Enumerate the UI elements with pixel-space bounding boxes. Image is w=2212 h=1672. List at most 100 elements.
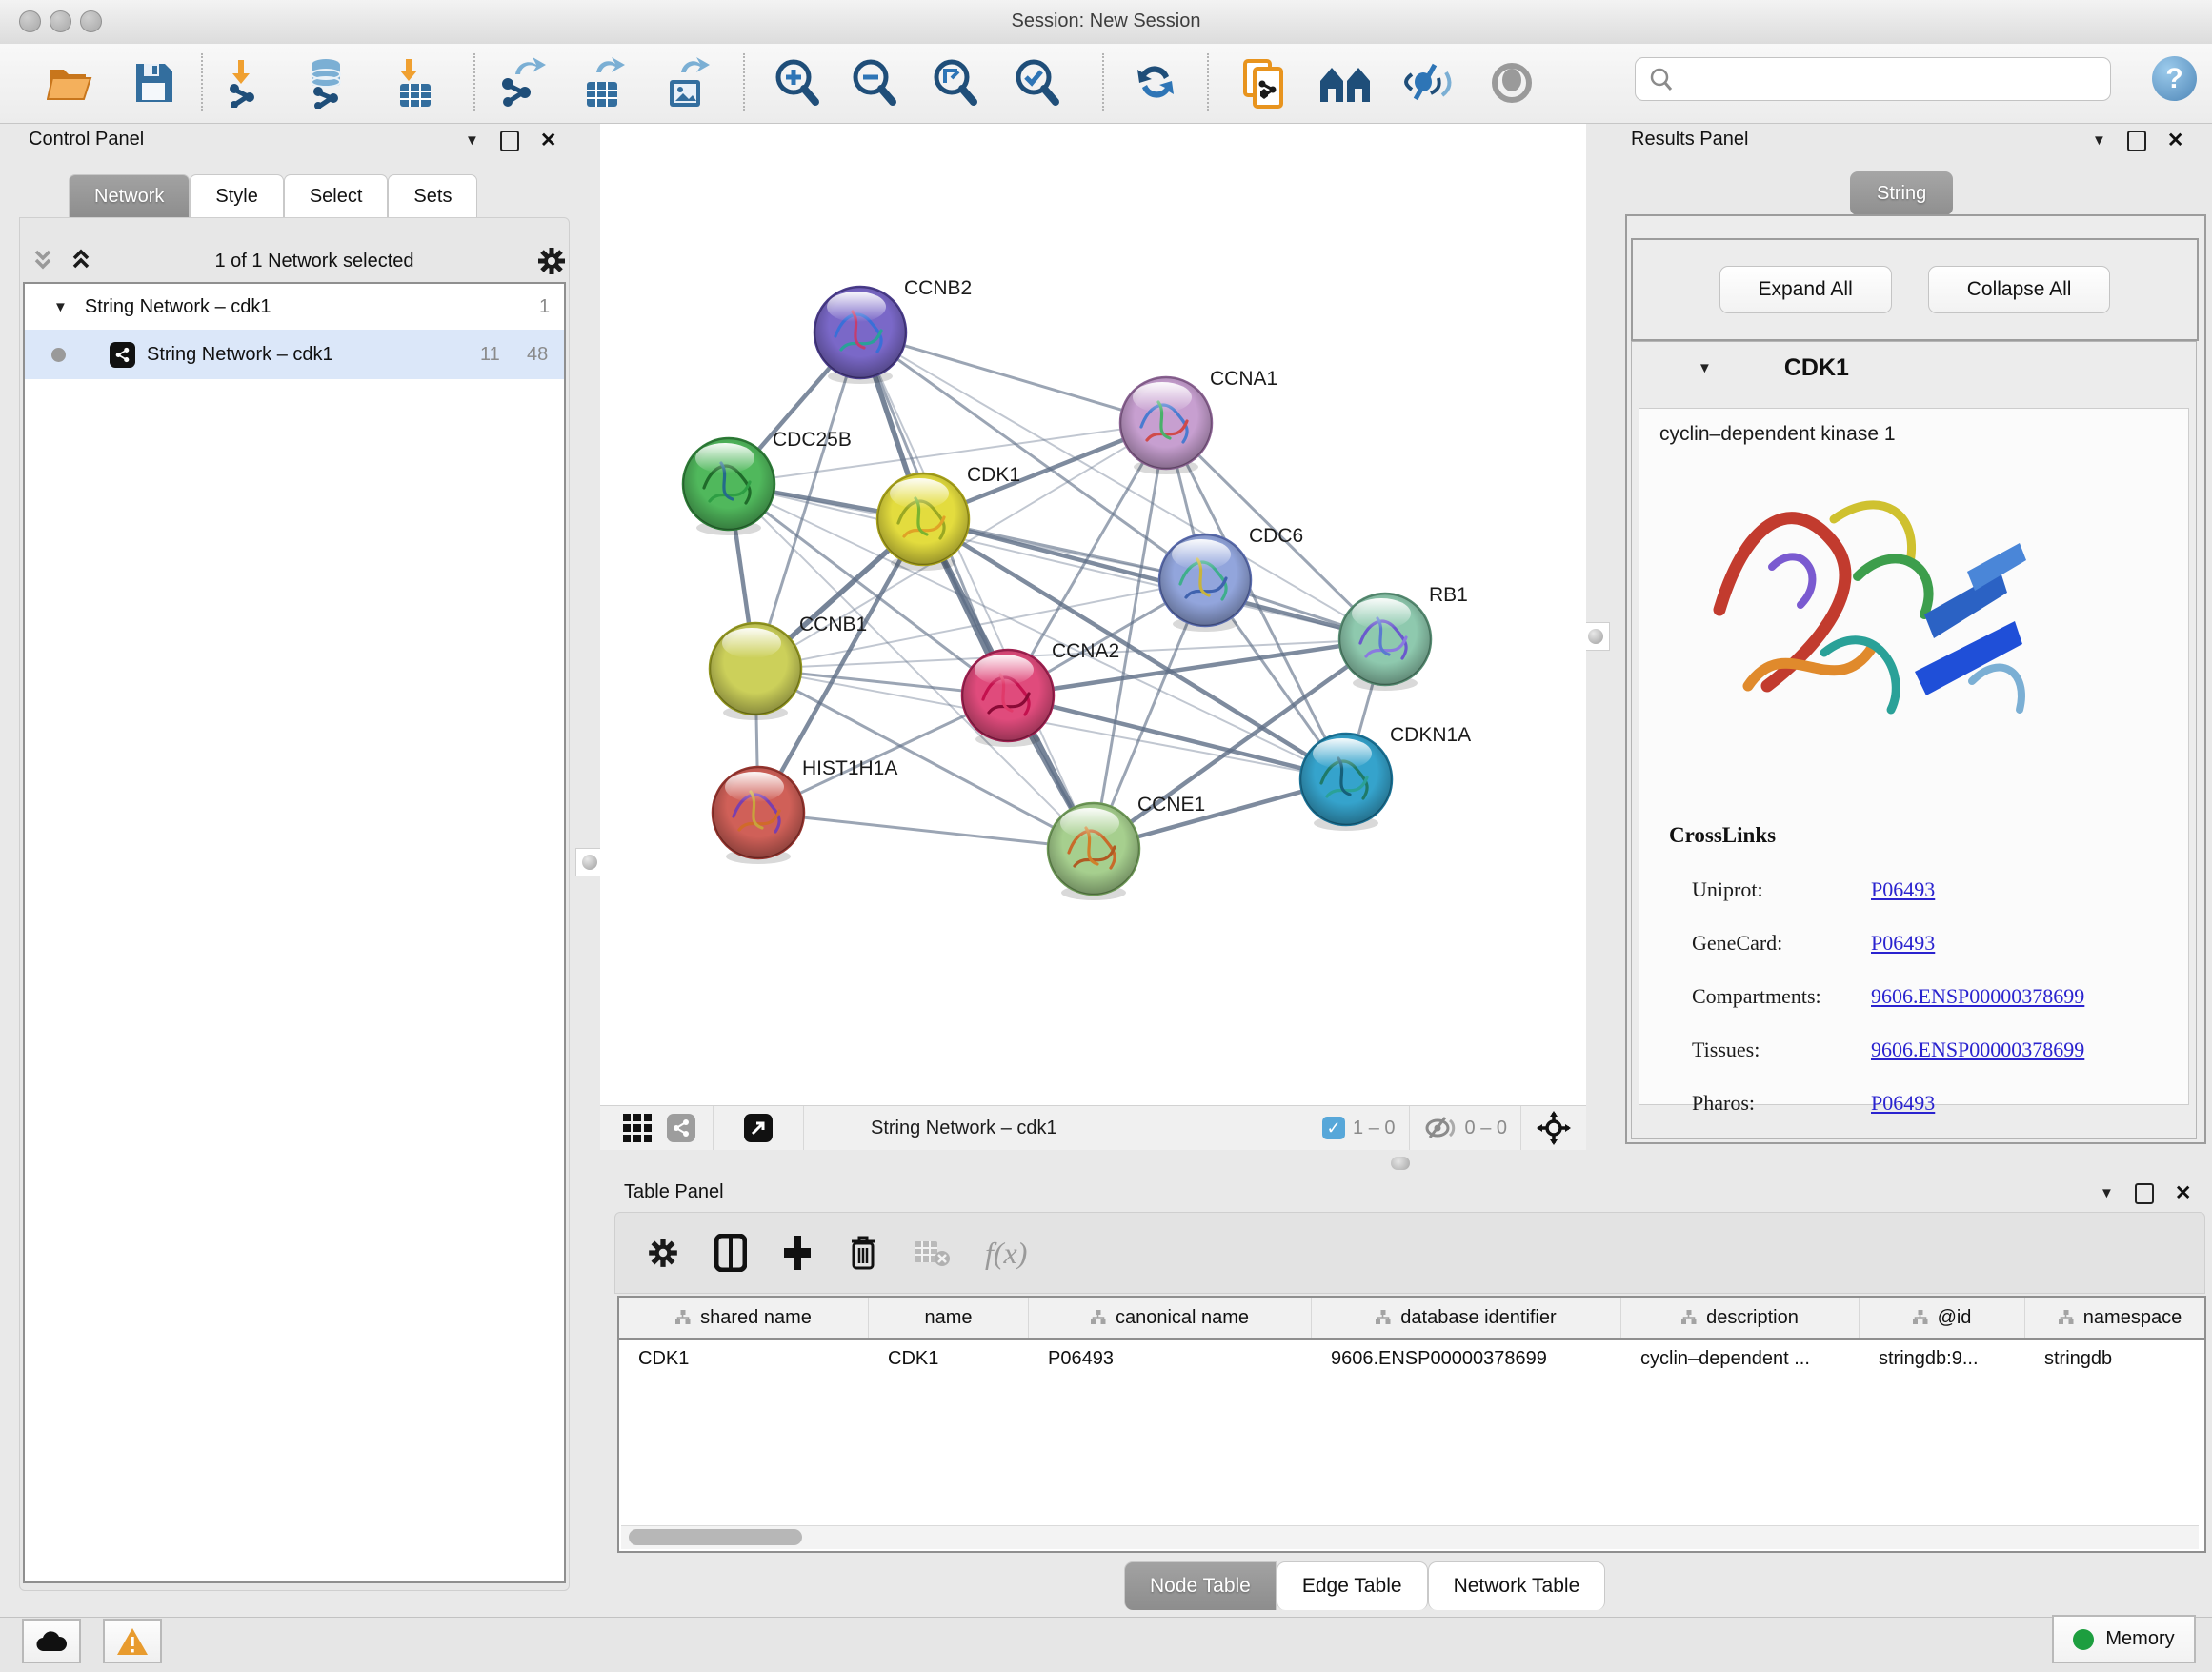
help-button[interactable]: ? [2152, 56, 2197, 101]
export-network-button[interactable] [495, 56, 549, 110]
save-session-button[interactable] [127, 56, 180, 110]
crosslink-row: Pharos:P06493 [1692, 1077, 2168, 1130]
node-CDKN1A[interactable]: CDKN1A [1300, 724, 1471, 831]
pan-crosshair-icon[interactable] [1537, 1111, 1571, 1145]
tab-network[interactable]: Network [69, 174, 190, 218]
edge-CCNE1-HIST1H1A[interactable] [758, 813, 1094, 849]
tab-sets[interactable]: Sets [388, 174, 477, 218]
delete-column-trash-icon[interactable] [848, 1234, 878, 1272]
expand-all-button[interactable]: Expand All [1719, 266, 1892, 313]
tab-select[interactable]: Select [284, 174, 389, 218]
zoom-out-button[interactable] [848, 56, 901, 110]
node-table[interactable]: shared namenamecanonical namedatabase id… [617, 1296, 2206, 1553]
network-list-controls: 1 of 1 Network selected [29, 244, 558, 278]
node-CCNA1[interactable]: CCNA1 [1120, 368, 1277, 474]
panel-menu-icon[interactable]: ▼ [465, 132, 479, 149]
collapse-all-button[interactable]: Collapse All [1928, 266, 2111, 313]
collapse-all-chevrons-icon[interactable] [29, 248, 57, 274]
search-box[interactable] [1635, 57, 2111, 101]
graphics-details-button[interactable] [1485, 56, 1538, 110]
panel-float-icon[interactable] [2135, 1183, 2154, 1204]
panel-menu-icon[interactable]: ▼ [2100, 1185, 2114, 1201]
tab-network-table[interactable]: Network Table [1428, 1561, 1606, 1610]
clone-network-button[interactable] [1237, 56, 1290, 110]
zoom-fit-button[interactable] [929, 56, 982, 110]
tab-node-table[interactable]: Node Table [1124, 1561, 1277, 1610]
crosslink-link[interactable]: P06493 [1871, 877, 1935, 902]
table-row[interactable]: CDK1CDK1P064939606.ENSP00000378699cyclin… [619, 1340, 2204, 1378]
crosslink-link[interactable]: 9606.ENSP00000378699 [1871, 984, 2084, 1009]
warnings-button[interactable] [103, 1619, 162, 1663]
panel-float-icon[interactable] [500, 131, 519, 151]
column-header-@id[interactable]: @id [1860, 1298, 2025, 1338]
import-network-database-button[interactable] [301, 56, 354, 110]
selected-nodes-checkbox-icon[interactable]: ✓ [1322, 1117, 1345, 1139]
table-gear-icon[interactable] [646, 1236, 680, 1270]
import-network-icon [223, 58, 271, 108]
column-header-namespace[interactable]: namespace [2025, 1298, 2206, 1338]
gene-section-header[interactable]: ▼ CDK1 [1631, 354, 2195, 382]
crosslink-row: GeneCard:P06493 [1692, 917, 2168, 970]
crosslink-link[interactable]: P06493 [1871, 931, 1935, 956]
memory-button[interactable]: Memory [2052, 1615, 2196, 1663]
column-header-canonical-name[interactable]: canonical name [1029, 1298, 1312, 1338]
first-neighbors-button[interactable] [1318, 56, 1372, 110]
import-network-file-button[interactable] [220, 56, 273, 110]
column-header-name[interactable]: name [869, 1298, 1029, 1338]
panel-float-icon[interactable] [2127, 131, 2146, 151]
add-column-icon[interactable] [781, 1234, 814, 1272]
table-horizontal-scrollbar[interactable] [621, 1525, 2199, 1549]
column-header-database-identifier[interactable]: database identifier [1312, 1298, 1621, 1338]
column-header-shared-name[interactable]: shared name [619, 1298, 869, 1338]
node-CCNB1[interactable]: CCNB1 [710, 614, 867, 720]
export-image-button[interactable] [661, 56, 714, 110]
node-CCNE1[interactable]: CCNE1 [1048, 794, 1205, 900]
delete-table-icon [913, 1238, 951, 1268]
node-CCNB2[interactable]: CCNB2 [814, 277, 972, 384]
node-HIST1H1A[interactable]: HIST1H1A [713, 757, 897, 864]
cloud-status-button[interactable] [22, 1619, 81, 1663]
edge-CCNB2-CCNA1[interactable] [860, 332, 1166, 423]
gene-expander-icon[interactable]: ▼ [1698, 360, 1712, 376]
select-columns-icon[interactable] [714, 1234, 747, 1272]
birds-eye-grid-icon[interactable] [615, 1114, 659, 1142]
string-network-icon [110, 342, 135, 368]
separator [1520, 1106, 1521, 1150]
separator [1409, 1106, 1410, 1150]
network-collection-label: String Network – cdk1 [85, 296, 271, 318]
tree-expander-icon[interactable]: ▼ [53, 299, 68, 315]
new-view-arrow-icon[interactable] [736, 1114, 780, 1142]
import-table-file-button[interactable] [388, 56, 441, 110]
node-CDK1[interactable]: CDK1 [877, 464, 1020, 571]
tab-edge-table[interactable]: Edge Table [1277, 1561, 1428, 1610]
edge-count: 48 [527, 344, 548, 366]
network-options-gear-icon[interactable] [535, 245, 568, 277]
results-tab-string[interactable]: String [1850, 171, 1953, 215]
scrollbar-thumb[interactable] [629, 1529, 802, 1545]
horizontal-splitter-handle[interactable] [1391, 1157, 1410, 1170]
crosslink-link[interactable]: P06493 [1871, 1091, 1935, 1116]
panel-menu-icon[interactable]: ▼ [2092, 132, 2106, 149]
zoom-in-button[interactable] [771, 56, 824, 110]
toolbar-separator [1102, 53, 1104, 111]
cell: 9606.ENSP00000378699 [1312, 1348, 1621, 1370]
search-input[interactable] [1674, 61, 2110, 97]
crosslink-link[interactable]: 9606.ENSP00000378699 [1871, 1037, 2084, 1062]
hide-selected-button[interactable] [1401, 56, 1455, 110]
network-tree-row[interactable]: String Network – cdk11148 [25, 330, 564, 379]
open-session-button[interactable] [44, 56, 97, 110]
export-table-button[interactable] [578, 56, 632, 110]
network-tree-row[interactable]: ▼String Network – cdk11 [25, 284, 564, 330]
tab-style[interactable]: Style [190, 174, 283, 218]
node-CDC25B[interactable]: CDC25B [683, 429, 852, 535]
network-share-icon[interactable] [659, 1114, 703, 1142]
panel-close-icon[interactable]: ✕ [540, 129, 557, 152]
zoom-selected-button[interactable] [1011, 56, 1064, 110]
panel-close-icon[interactable]: ✕ [2167, 129, 2184, 152]
apply-layout-button[interactable] [1129, 56, 1182, 110]
node-RB1[interactable]: RB1 [1339, 584, 1468, 691]
column-header-description[interactable]: description [1621, 1298, 1860, 1338]
network-canvas[interactable]: CCNB2CCNA1CDC25BCDK1CDC6RB1CCNB1CCNA2CDK… [600, 124, 1586, 1105]
panel-close-icon[interactable]: ✕ [2175, 1181, 2192, 1205]
expand-all-chevrons-icon[interactable] [67, 248, 95, 274]
